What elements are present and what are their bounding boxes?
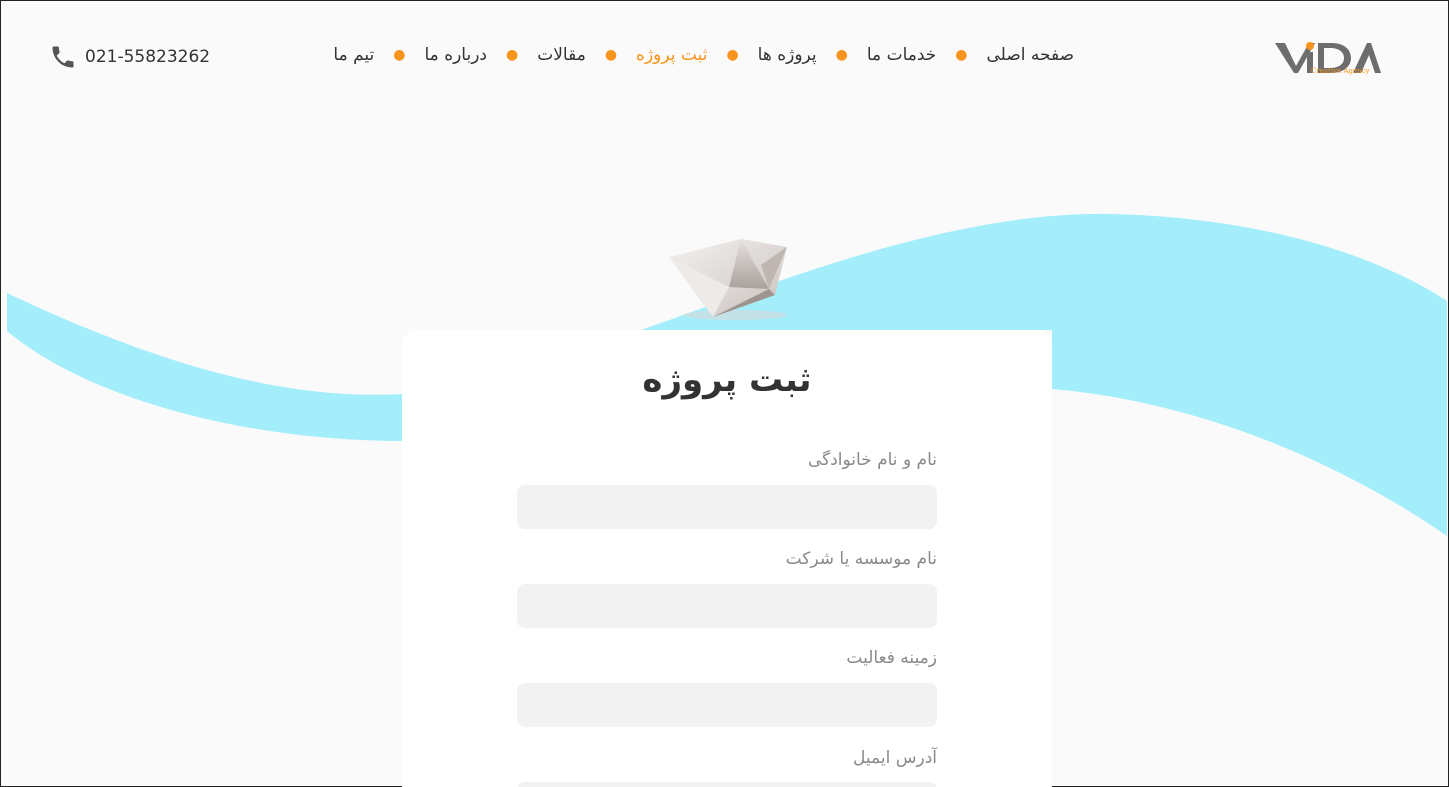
- vida-logo[interactable]: Creative Agency: [1273, 37, 1381, 77]
- nav-separator-dot: ●: [835, 47, 848, 63]
- phone-icon: [52, 46, 74, 68]
- nav-item-articles[interactable]: مقالات: [537, 45, 586, 65]
- nav-item-about[interactable]: درباره ما: [425, 45, 488, 65]
- nav-item-home[interactable]: صفحه اصلی: [987, 45, 1074, 65]
- nav-separator-dot: ●: [393, 47, 406, 63]
- company-name-label: نام موسسه یا شرکت: [785, 549, 937, 569]
- activity-field-label: زمینه فعالیت: [846, 648, 937, 668]
- nav-item-submit-project[interactable]: ثبت پروژه: [636, 45, 707, 65]
- nav-separator-dot: ●: [955, 47, 968, 63]
- nav-separator-dot: ●: [726, 47, 739, 63]
- nav-separator-dot: ●: [506, 47, 519, 63]
- full-name-label: نام و نام خانوادگی: [807, 450, 937, 470]
- project-form-card: ثبت پروژه نام و نام خانوادگی نام موسسه ی…: [402, 330, 1052, 787]
- contact-phone[interactable]: 021-55823262: [49, 43, 210, 71]
- activity-field[interactable]: [517, 683, 937, 727]
- company-name-field[interactable]: [517, 584, 937, 628]
- header: Creative Agency صفحه اصلی ● خدمات ما ● پ…: [1, 1, 1449, 111]
- nav-separator-dot: ●: [604, 47, 618, 63]
- phone-number: 021-55823262: [85, 47, 211, 67]
- logo-subtitle: Creative Agency: [1311, 67, 1369, 75]
- paper-boat-illustration: [669, 239, 787, 320]
- email-label: آدرس ایمیل: [853, 748, 937, 768]
- full-name-field[interactable]: [517, 485, 937, 529]
- form-title: ثبت پروژه: [642, 360, 812, 400]
- nav-item-services[interactable]: خدمات ما: [867, 45, 936, 65]
- nav-item-projects[interactable]: پروژه ها: [758, 45, 817, 65]
- nav-item-team[interactable]: تیم ما: [333, 45, 374, 65]
- main-nav: صفحه اصلی ● خدمات ما ● پروژه ها ● ثبت پر…: [333, 45, 1074, 65]
- email-field[interactable]: [517, 782, 937, 787]
